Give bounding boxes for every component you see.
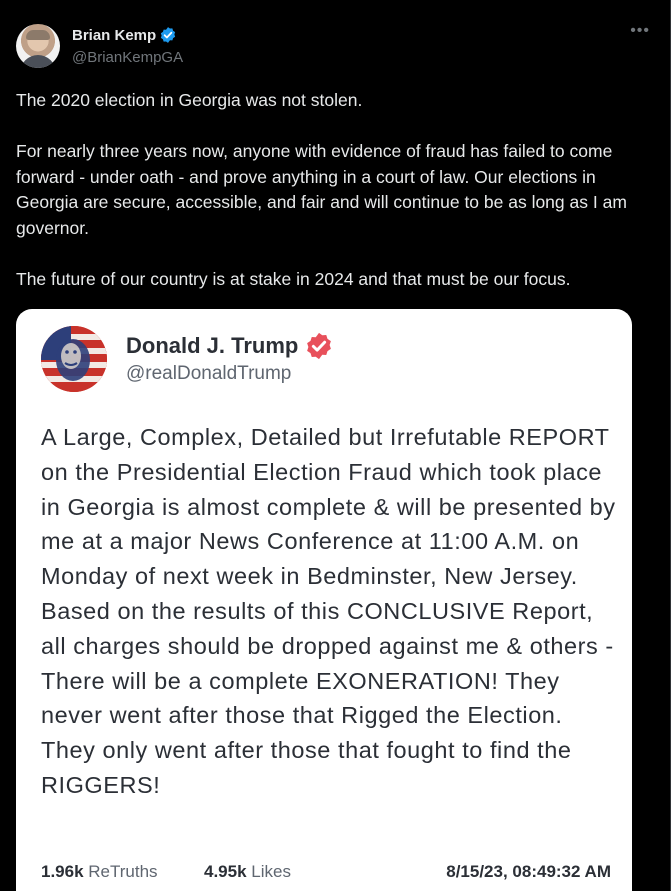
retruths-stat: 1.96k ReTruths <box>41 862 158 882</box>
author-name[interactable]: Brian Kemp <box>72 27 156 44</box>
author-avatar[interactable] <box>16 24 60 68</box>
retruths-count: 1.96k <box>41 862 84 881</box>
author-handle[interactable]: @BrianKempGA <box>72 49 183 66</box>
embedded-author-handle: @realDonaldTrump <box>126 363 292 384</box>
embedded-author-name-row: Donald J. Trump <box>126 331 334 361</box>
post-timestamp: 8/15/23, 08:49:32 AM <box>446 862 611 881</box>
tweet-paragraph: The 2020 election in Georgia was not sto… <box>16 90 363 110</box>
tweet-text: The 2020 election in Georgia was not sto… <box>16 88 642 318</box>
likes-stat: 4.95k Likes <box>204 862 291 882</box>
embedded-author-name: Donald J. Trump <box>126 333 299 358</box>
tweet-paragraph: The future of our country is at stake in… <box>16 268 571 289</box>
retruths-label: ReTruths <box>88 862 158 881</box>
embedded-author-avatar <box>41 326 107 392</box>
embedded-post-stats: 1.96k ReTruths 4.95k Likes 8/15/23, 08:4… <box>41 862 611 886</box>
tweet-header: Brian Kemp @BrianKempGA ••• <box>16 20 656 68</box>
likes-count: 4.95k <box>204 862 247 881</box>
author-name-row: Brian Kemp <box>72 26 177 44</box>
more-options-icon[interactable]: ••• <box>630 22 650 40</box>
tweet-paragraph: For nearly three years now, anyone with … <box>16 141 627 238</box>
embedded-post-text: A Large, Complex, Detailed but Irrefutab… <box>41 424 616 798</box>
verified-badge-icon <box>161 27 176 43</box>
verified-badge-icon <box>307 332 332 360</box>
likes-label: Likes <box>251 862 291 881</box>
embedded-post-image[interactable]: Donald J. Trump @realDonaldTrump A Large… <box>16 309 632 891</box>
